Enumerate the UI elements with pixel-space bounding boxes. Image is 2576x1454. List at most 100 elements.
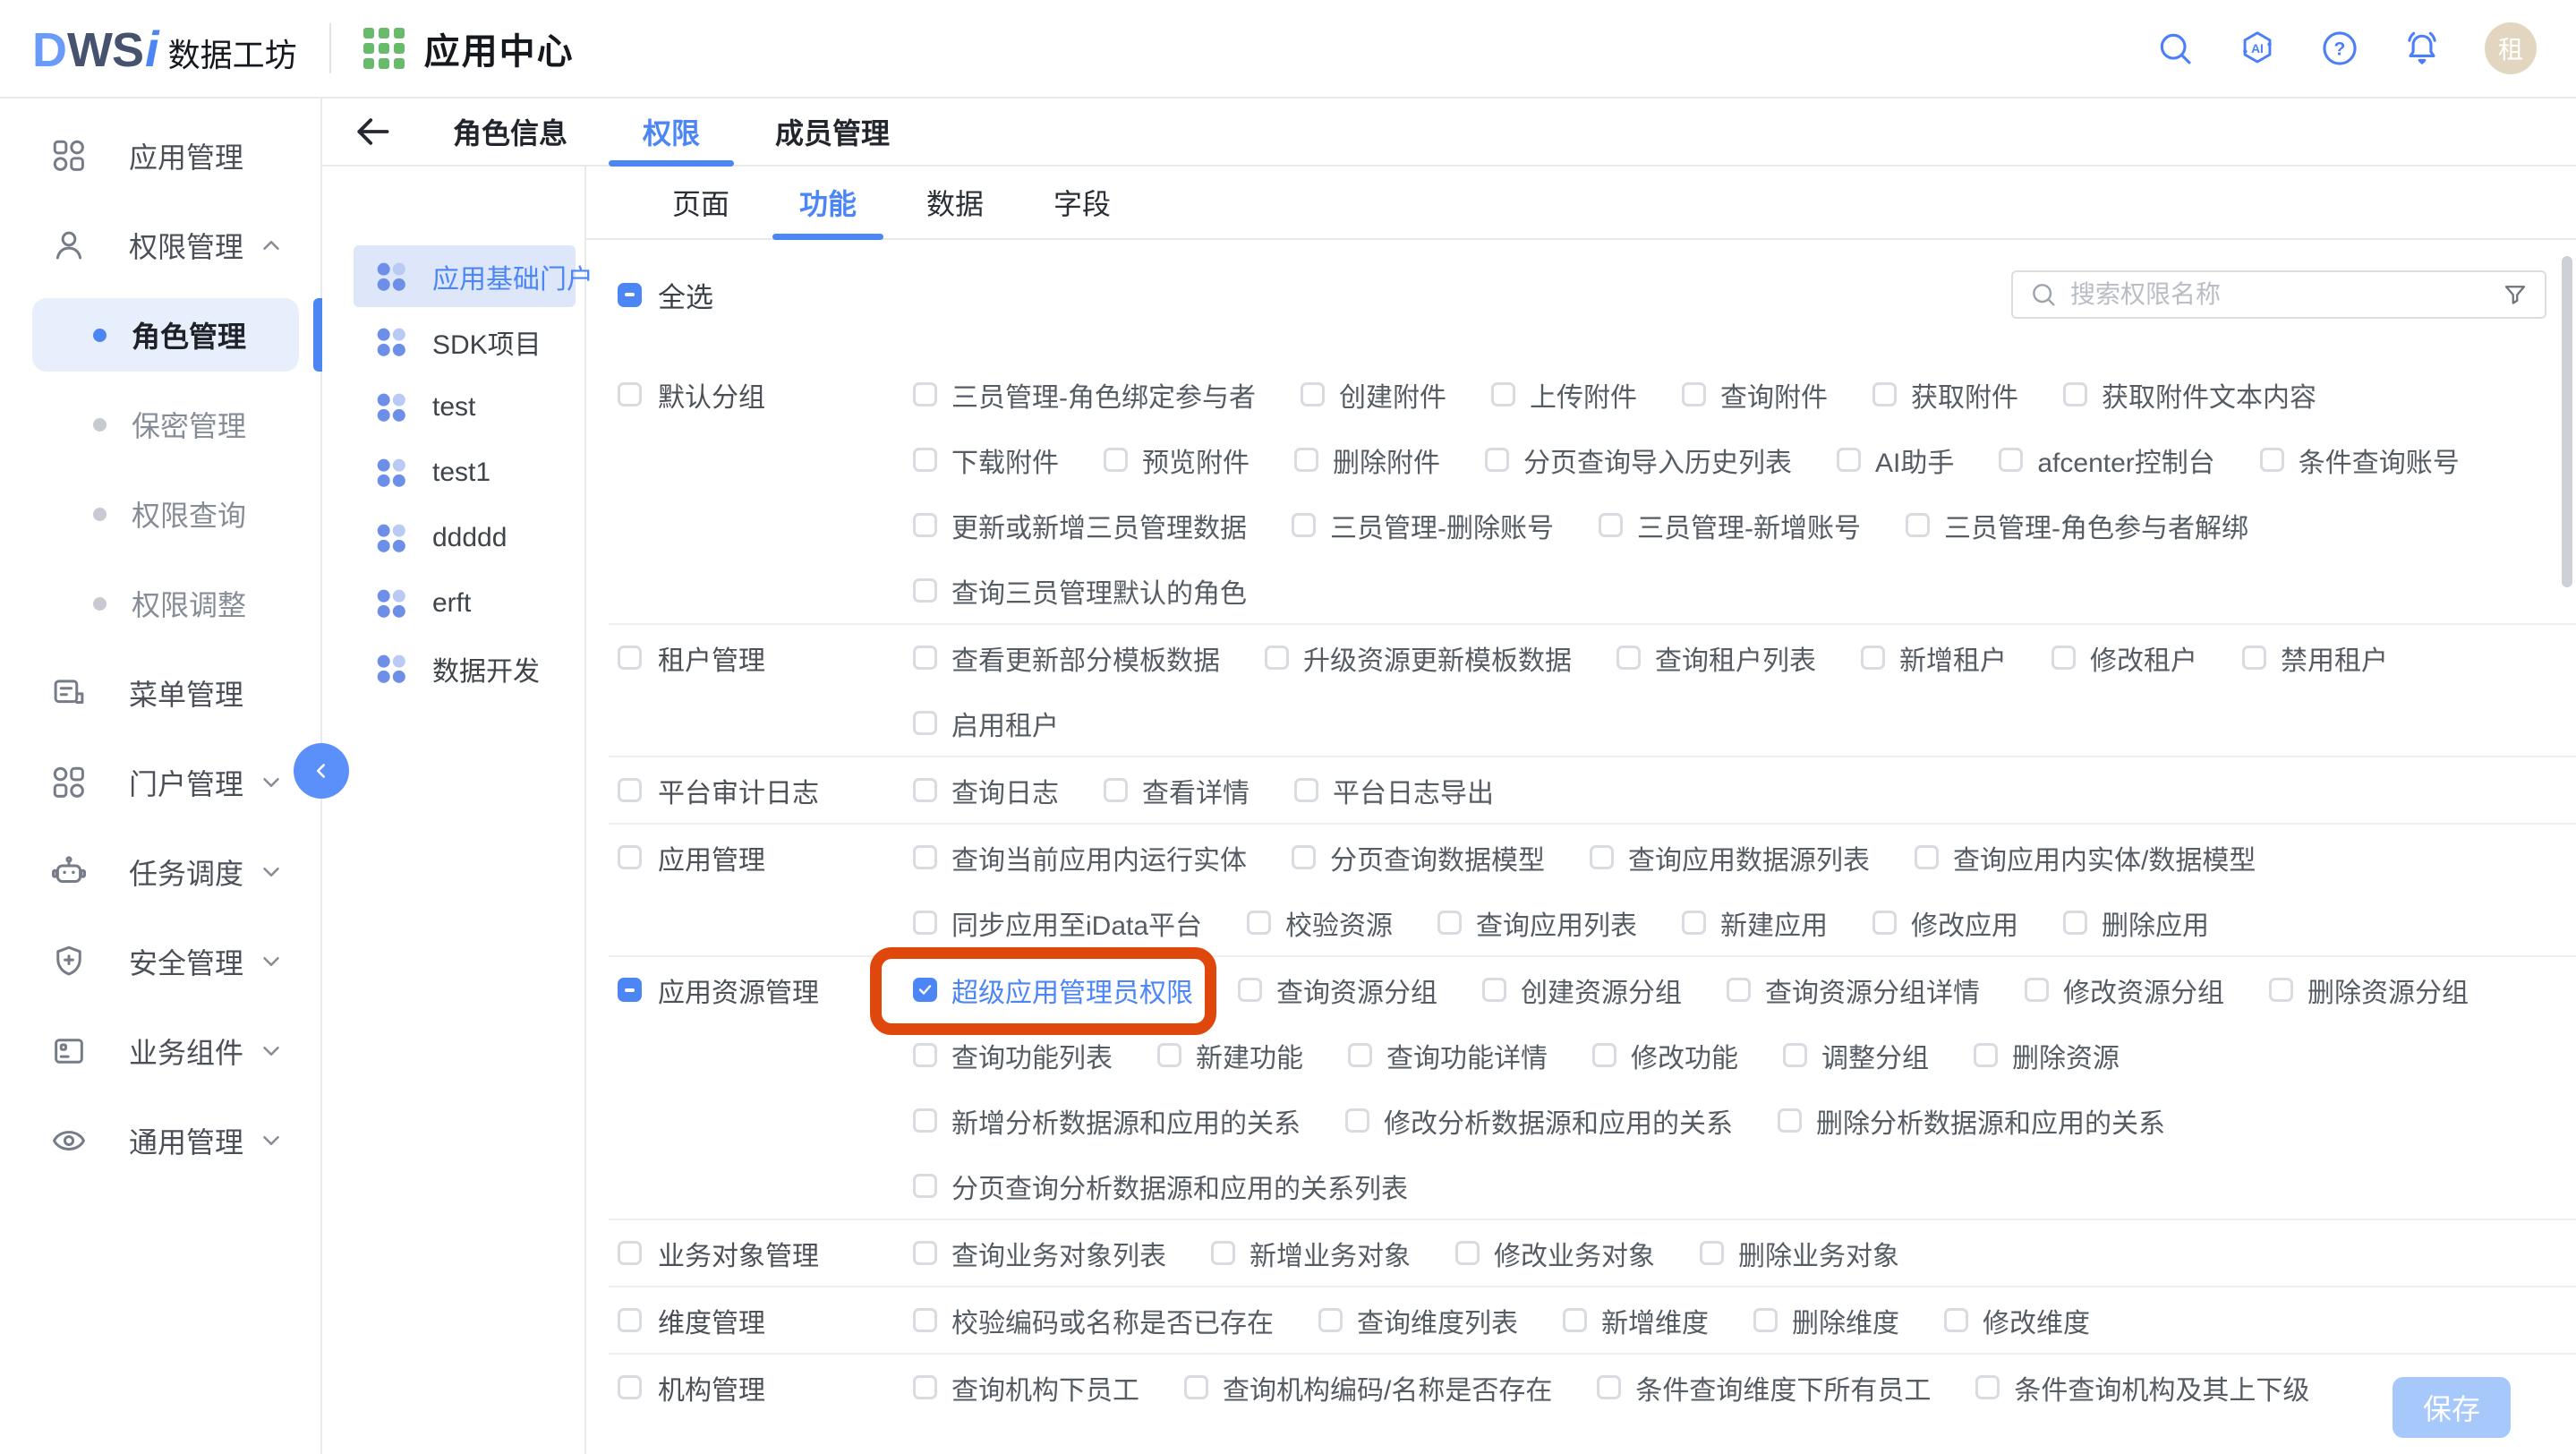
checkbox-unchecked[interactable]	[1292, 513, 1316, 537]
checkbox-unchecked[interactable]	[1238, 978, 1262, 1002]
checkbox-unchecked[interactable]	[1915, 845, 1939, 869]
permission-item-三员管理-角色绑定参与者[interactable]: 三员管理-角色绑定参与者	[913, 375, 1256, 415]
checkbox-unchecked[interactable]	[913, 911, 937, 935]
checkbox-unchecked[interactable]	[1682, 382, 1706, 406]
permission-item-新增租户[interactable]: 新增租户	[1861, 638, 2007, 678]
permission-item-禁用租户[interactable]: 禁用租户	[2242, 638, 2388, 678]
permission-item-新增分析数据源和应用的关系[interactable]: 新增分析数据源和应用的关系	[913, 1101, 1301, 1141]
checkbox-unchecked[interactable]	[1265, 646, 1289, 670]
checkbox-unchecked[interactable]	[1861, 646, 1885, 670]
permission-item-查询资源分组详情[interactable]: 查询资源分组详情	[1727, 971, 1980, 1010]
brand-logo[interactable]: DWSi 数据工坊	[32, 20, 297, 78]
app-list-item-SDK项目[interactable]: SDK项目	[322, 309, 584, 374]
permission-item-条件查询维度下所有员工[interactable]: 条件查询维度下所有员工	[1597, 1368, 1931, 1407]
checkbox-unchecked[interactable]	[618, 1241, 642, 1265]
user-avatar[interactable]: 租	[2485, 22, 2537, 74]
checkbox-unchecked[interactable]	[1491, 382, 1515, 406]
permission-item-查询维度列表[interactable]: 查询维度列表	[1318, 1301, 1518, 1340]
checkbox-unchecked[interactable]	[1700, 1241, 1724, 1265]
permission-item-条件查询账号[interactable]: 条件查询账号	[2260, 440, 2460, 480]
checkbox-unchecked[interactable]	[618, 382, 642, 406]
checkbox-unchecked[interactable]	[1345, 1108, 1369, 1133]
sidebar-item-portal-mgmt[interactable]: 门户管理	[0, 738, 320, 827]
back-arrow-icon[interactable]	[353, 112, 392, 151]
sidebar-item-task-sched[interactable]: 任务调度	[0, 827, 320, 917]
checkbox-unchecked[interactable]	[618, 646, 642, 670]
permission-item-修改维度[interactable]: 修改维度	[1944, 1301, 2090, 1340]
checkbox-unchecked[interactable]	[1211, 1241, 1235, 1265]
sidebar-collapse-button[interactable]	[294, 743, 349, 799]
save-button[interactable]: 保存	[2393, 1377, 2511, 1438]
filter-icon[interactable]	[2502, 281, 2529, 308]
permission-item-删除业务对象[interactable]: 删除业务对象	[1700, 1234, 1899, 1273]
checkbox-unchecked[interactable]	[618, 1308, 642, 1332]
permission-item-删除应用[interactable]: 删除应用	[2063, 903, 2209, 943]
sidebar-item-perm-mgmt[interactable]: 权限管理	[0, 201, 320, 290]
permission-item-同步应用至iData平台[interactable]: 同步应用至iData平台	[913, 903, 1202, 943]
permission-item-分页查询分析数据源和应用的关系列表[interactable]: 分页查询分析数据源和应用的关系列表	[913, 1167, 1408, 1206]
permission-item-查询三员管理默认的角色[interactable]: 查询三员管理默认的角色	[913, 571, 1247, 611]
checkbox-unchecked[interactable]	[1157, 1043, 1181, 1067]
checkbox-unchecked[interactable]	[1294, 448, 1318, 472]
checkbox-indeterminate[interactable]	[618, 978, 642, 1002]
checkbox-unchecked[interactable]	[913, 778, 937, 802]
checkbox-unchecked[interactable]	[1975, 1375, 2000, 1399]
checkbox-unchecked[interactable]	[913, 382, 937, 406]
permission-item-删除资源分组[interactable]: 删除资源分组	[2269, 971, 2469, 1010]
permission-item-查询机构编码/名称是否存在[interactable]: 查询机构编码/名称是否存在	[1184, 1368, 1552, 1407]
checkbox-unchecked[interactable]	[913, 1241, 937, 1265]
permission-item-查询应用数据源列表[interactable]: 查询应用数据源列表	[1590, 838, 1870, 877]
checkbox-unchecked[interactable]	[913, 1174, 937, 1198]
checkbox-unchecked[interactable]	[1974, 1043, 1998, 1067]
checkbox-unchecked[interactable]	[1616, 646, 1641, 670]
checkbox-unchecked[interactable]	[1727, 978, 1751, 1002]
checkbox-unchecked[interactable]	[1944, 1308, 1968, 1332]
app-list-item-test[interactable]: test	[322, 374, 584, 440]
permission-item-修改资源分组[interactable]: 修改资源分组	[2025, 971, 2224, 1010]
checkbox-unchecked[interactable]	[1872, 911, 1897, 935]
checkbox-unchecked[interactable]	[1292, 845, 1316, 869]
permission-item-三员管理-角色参与者解绑[interactable]: 三员管理-角色参与者解绑	[1906, 506, 2248, 545]
permission-item-校验资源[interactable]: 校验资源	[1247, 903, 1393, 943]
checkbox-unchecked[interactable]	[2025, 978, 2049, 1002]
permission-item-修改业务对象[interactable]: 修改业务对象	[1455, 1234, 1655, 1273]
permission-item-新建应用[interactable]: 新建应用	[1682, 903, 1828, 943]
permission-item-新增维度[interactable]: 新增维度	[1563, 1301, 1709, 1340]
checkbox-unchecked[interactable]	[913, 1043, 937, 1067]
checkbox-unchecked[interactable]	[913, 1308, 937, 1332]
permission-item-查询当前应用内运行实体[interactable]: 查询当前应用内运行实体	[913, 838, 1247, 877]
checkbox-unchecked[interactable]	[1682, 911, 1706, 935]
checkbox-unchecked[interactable]	[913, 578, 937, 603]
permission-item-查询资源分组[interactable]: 查询资源分组	[1238, 971, 1437, 1010]
app-list-item-应用基础门户[interactable]: 应用基础门户	[322, 244, 584, 309]
permission-item-获取附件[interactable]: 获取附件	[1872, 375, 2018, 415]
permission-item-超级应用管理员权限[interactable]: 超级应用管理员权限	[913, 971, 1193, 1010]
permission-item-获取附件文本内容[interactable]: 获取附件文本内容	[2063, 375, 2316, 415]
sidebar-item-menu-mgmt[interactable]: 菜单管理	[0, 648, 320, 738]
bell-icon[interactable]	[2402, 29, 2442, 68]
permission-item-升级资源更新模板数据[interactable]: 升级资源更新模板数据	[1265, 638, 1572, 678]
checkbox-unchecked[interactable]	[1318, 1308, 1343, 1332]
vertical-scrollbar[interactable]	[2562, 256, 2572, 587]
checkbox-unchecked[interactable]	[2063, 911, 2087, 935]
checkbox-unchecked[interactable]	[1104, 448, 1128, 472]
checkbox-unchecked[interactable]	[1753, 1308, 1778, 1332]
permission-item-删除分析数据源和应用的关系[interactable]: 删除分析数据源和应用的关系	[1778, 1101, 2165, 1141]
permission-item-平台日志导出[interactable]: 平台日志导出	[1294, 771, 1494, 810]
permission-item-afcenter控制台[interactable]: afcenter控制台	[1999, 440, 2214, 480]
permission-item-条件查询机构及其上下级[interactable]: 条件查询机构及其上下级	[1975, 1368, 2309, 1407]
tab-成员管理[interactable]: 成员管理	[738, 98, 927, 165]
help-icon[interactable]: ?	[2320, 29, 2359, 68]
permission-item-AI助手[interactable]: AI助手	[1837, 440, 1954, 480]
ai-assistant-icon[interactable]: AI	[2238, 29, 2277, 68]
checkbox-unchecked[interactable]	[1783, 1043, 1807, 1067]
permission-item-新增业务对象[interactable]: 新增业务对象	[1211, 1234, 1411, 1273]
checkbox-unchecked[interactable]	[913, 646, 937, 670]
checkbox-unchecked[interactable]	[1563, 1308, 1587, 1332]
permission-item-查看更新部分模板数据[interactable]: 查看更新部分模板数据	[913, 638, 1220, 678]
permission-item-启用租户[interactable]: 启用租户	[913, 704, 1059, 743]
sidebar-subitem-权限调整[interactable]: 权限调整	[0, 559, 320, 648]
subtab-页面[interactable]: 页面	[645, 167, 756, 238]
subtab-功能[interactable]: 功能	[772, 167, 883, 238]
permission-item-调整分组[interactable]: 调整分组	[1783, 1036, 1929, 1075]
